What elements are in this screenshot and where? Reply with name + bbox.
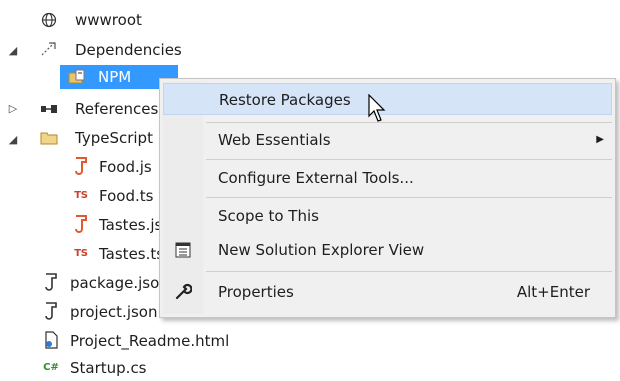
tree-item-tastes-ts[interactable]: Tastes.ts [99,241,164,267]
js-file-icon [72,215,90,233]
globe-icon [40,11,58,29]
dependencies-icon [40,40,58,58]
menu-separator [206,159,612,160]
menu-item-label: New Solution Explorer View [218,241,425,259]
folder-icon [40,129,58,147]
ts-badge: TS [74,189,88,201]
collapsed-arrow-icon[interactable]: ▷ [7,103,19,115]
menu-item-properties[interactable]: Properties Alt+Enter [163,276,612,308]
new-window-icon [174,241,192,259]
tree-item-project-json[interactable]: project.json [70,299,158,325]
collapsed-arrow-icon[interactable]: ▷ [33,71,45,83]
menu-separator [206,122,612,123]
tree-item-food-ts[interactable]: Food.ts [99,183,153,209]
expanded-arrow-icon[interactable]: ◢ [7,45,19,57]
references-icon [40,100,58,118]
html-file-icon [42,331,60,349]
shortcut-label: Alt+Enter [516,283,590,301]
json-file-icon [42,302,60,320]
cs-file-icon: C# [42,358,60,376]
menu-item-web-essentials[interactable]: Web Essentials ▶ [163,124,612,156]
tree-item-dependencies[interactable]: Dependencies [75,37,182,63]
menu-item-label: Scope to This [218,207,319,225]
menu-item-label: Web Essentials [218,131,331,149]
tree-item-npm[interactable]: NPM [98,64,131,90]
submenu-arrow-icon: ▶ [596,134,604,145]
cs-badge: C# [43,361,59,373]
ts-badge: TS [74,247,88,259]
tree-item-startup[interactable]: Startup.cs [70,355,147,381]
menu-item-scope-to-this[interactable]: Scope to This [163,200,612,232]
menu-separator [206,197,612,198]
js-file-icon [72,157,90,175]
npm-folder-icon [68,68,86,86]
expanded-arrow-icon[interactable]: ◢ [7,134,19,146]
tree-item-references[interactable]: References [75,96,158,122]
menu-item-configure-external-tools[interactable]: Configure External Tools... [163,162,612,194]
menu-item-label: Configure External Tools... [218,169,414,187]
tree-item-typescript[interactable]: TypeScript [75,125,153,151]
mouse-cursor-icon [368,93,390,128]
menu-item-label: Properties [218,283,294,301]
tree-item-wwwroot[interactable]: wwwroot [75,7,142,33]
menu-item-label: Restore Packages [219,91,351,109]
menu-separator [206,271,612,272]
menu-item-new-solution-explorer-view[interactable]: New Solution Explorer View [163,234,612,266]
ts-file-icon: TS [72,244,90,262]
tree-item-readme[interactable]: Project_Readme.html [70,328,229,354]
tree-item-package-json[interactable]: package.json [70,270,169,296]
wrench-icon [174,283,193,301]
tree-item-tastes-js[interactable]: Tastes.js [99,212,162,238]
json-file-icon [42,273,60,291]
tree-item-food-js[interactable]: Food.js [99,154,152,180]
ts-file-icon: TS [72,186,90,204]
